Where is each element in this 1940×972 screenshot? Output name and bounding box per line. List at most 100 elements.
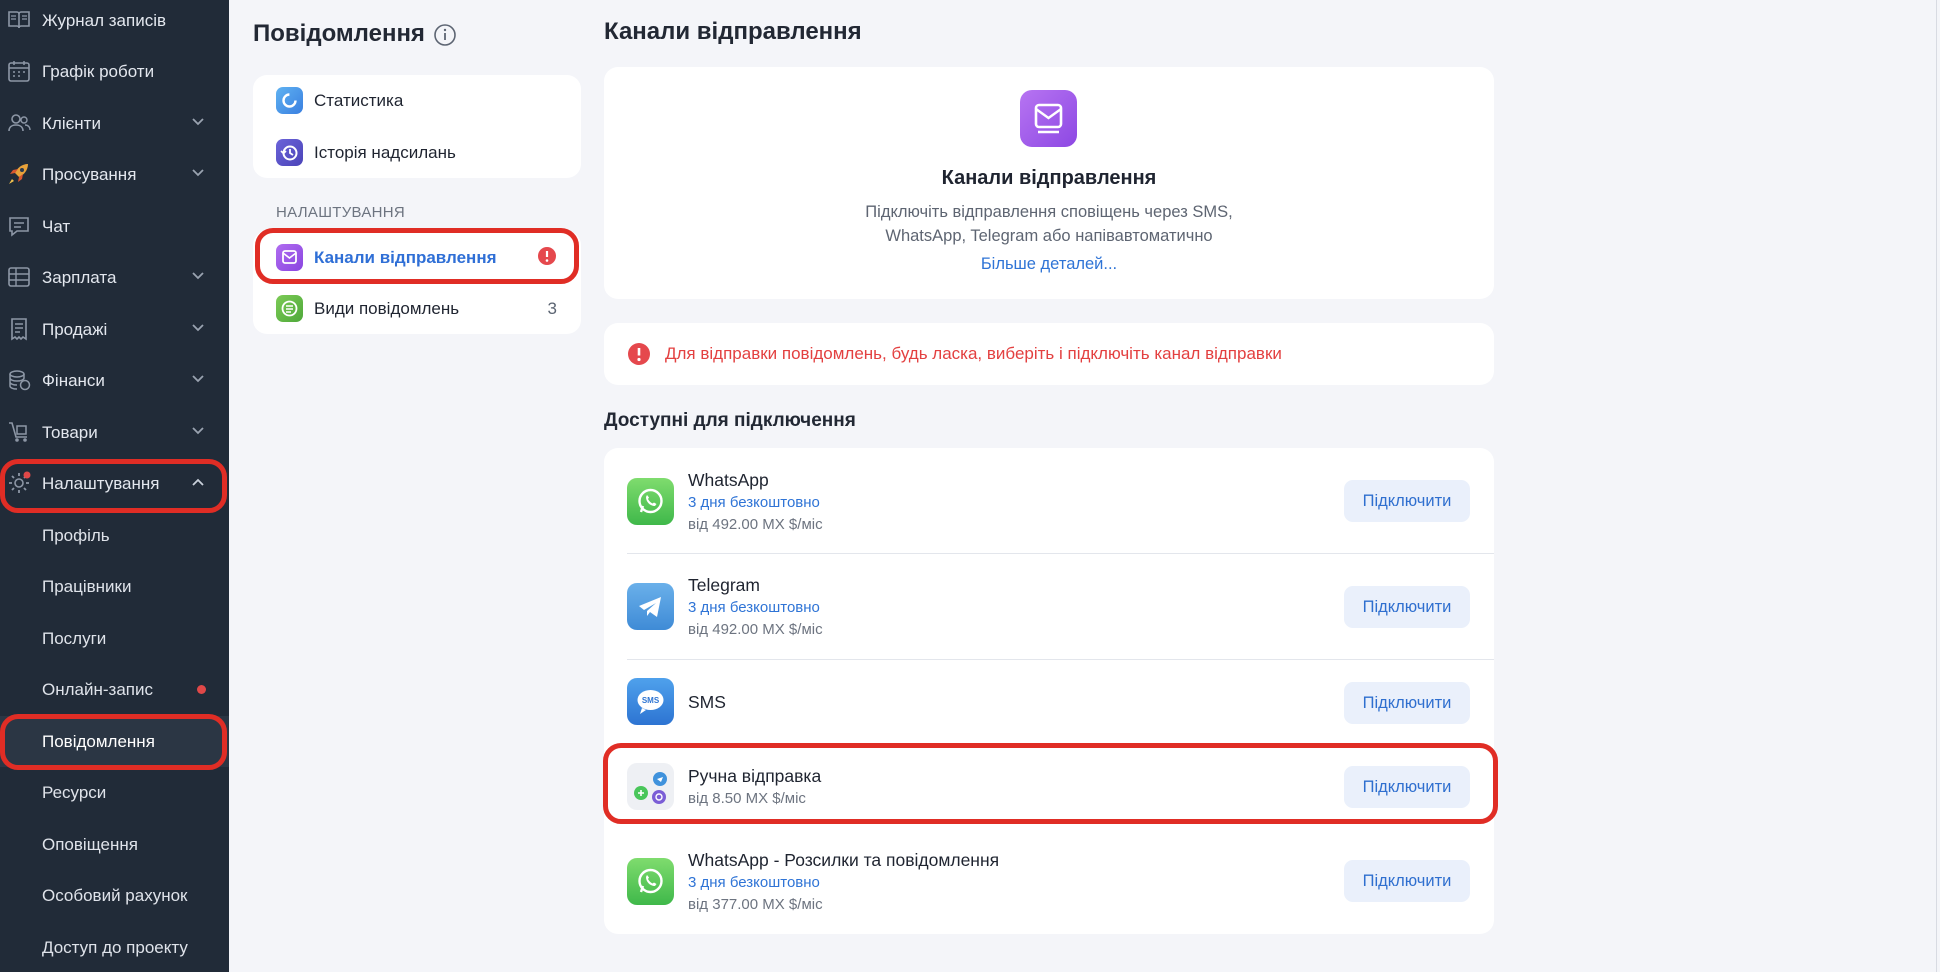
- settings-section-caption: НАЛАШТУВАННЯ: [276, 204, 406, 221]
- sms-icon: SMS: [627, 678, 674, 725]
- sidebar-subitem-label: Повідомлення: [42, 731, 155, 751]
- sidebar-item-label: Зарплата: [42, 267, 117, 287]
- sidebar-subitem-label: Профіль: [42, 525, 110, 545]
- sidebar-item-chat[interactable]: Чат: [0, 201, 229, 252]
- menu-item-channels[interactable]: Канали відправлення: [253, 232, 581, 283]
- hero-description-line: WhatsApp, Telegram або напівавтоматично: [885, 227, 1213, 245]
- finance-icon: [9, 370, 31, 391]
- connect-button[interactable]: Підключити: [1344, 682, 1470, 724]
- chevron-down-icon: [192, 169, 204, 177]
- channel-trial[interactable]: 3 дня безкоштовно: [688, 494, 820, 511]
- channel-trial[interactable]: 3 дня безкоштовно: [688, 874, 820, 891]
- hero-title: Канали відправлення: [941, 167, 1157, 189]
- info-icon[interactable]: [433, 23, 457, 47]
- connect-button[interactable]: Підключити: [1344, 480, 1470, 522]
- sidebar-subitem-alerts[interactable]: Оповіщення: [0, 819, 229, 870]
- channel-name: WhatsApp - Розсилки та повідомлення: [688, 850, 1000, 870]
- warning-text: Для відправки повідомлень, будь ласка, в…: [665, 344, 1282, 363]
- message-types-icon: [276, 295, 303, 322]
- sidebar-item-label: Клієнти: [42, 113, 101, 133]
- telegram-icon: [627, 583, 674, 630]
- menu-item-message-types[interactable]: Види повідомлень 3: [253, 283, 581, 334]
- sidebar-subitem-profile[interactable]: Профіль: [0, 510, 229, 561]
- page-title: Канали відправлення: [604, 18, 862, 45]
- sidebar-item-label: Продажі: [42, 319, 108, 339]
- notification-dot: [197, 685, 206, 694]
- connect-button[interactable]: Підключити: [1344, 586, 1470, 628]
- sidebar-item-sales[interactable]: Продажі: [0, 304, 229, 355]
- sidebar-subitem-label: Працівники: [42, 576, 132, 596]
- whatsapp-icon: [627, 858, 674, 905]
- sidebar-subitem-label: Оповіщення: [42, 834, 138, 854]
- chevron-down-icon: [192, 324, 204, 332]
- sidebar-item-label: Налаштування: [42, 473, 160, 493]
- menu-item-statistics[interactable]: Статистика: [253, 75, 581, 126]
- alert-icon: [538, 247, 556, 265]
- menu-item-label: Канали відправлення: [314, 247, 497, 267]
- chevron-down-icon: [192, 375, 204, 383]
- channel-trial[interactable]: 3 дня безкоштовно: [688, 599, 820, 616]
- channel-row-sms: SMS SMS Підключити: [604, 660, 1494, 744]
- channel-price: від 492.00 MX $/міс: [688, 621, 823, 638]
- sidebar-item-schedule[interactable]: Графік роботи: [0, 46, 229, 97]
- sidebar-item-label: Товари: [42, 422, 98, 442]
- sidebar-subitem-resources[interactable]: Ресурси: [0, 767, 229, 818]
- menu-item-label: Статистика: [314, 90, 404, 110]
- sidebar-subitem-employees[interactable]: Працівники: [0, 561, 229, 612]
- sidebar-subitem-notifications[interactable]: Повідомлення: [0, 716, 229, 767]
- calendar-icon: [8, 61, 30, 82]
- settings-icon: [9, 471, 31, 493]
- channel-name: Ручна відправка: [688, 766, 822, 786]
- whatsapp-icon: [627, 478, 674, 525]
- sidebar-item-salary[interactable]: Зарплата: [0, 252, 229, 303]
- chevron-up-icon: [192, 478, 204, 486]
- chat-icon: [9, 217, 29, 237]
- connect-button[interactable]: Підключити: [1344, 766, 1470, 808]
- sidebar-subitem-project-access[interactable]: Доступ до проекту: [0, 922, 229, 972]
- sidebar-item-clients[interactable]: Клієнти: [0, 98, 229, 149]
- main-sidebar: Журнал записів Графік роботи Клієнти Про…: [0, 0, 229, 972]
- hero-description-line: Підключіть відправлення сповіщень через …: [865, 203, 1233, 221]
- sidebar-item-label: Просування: [42, 164, 137, 184]
- menu-item-label: Види повідомлень: [314, 298, 460, 318]
- menu-item-history[interactable]: Історія надсилань: [253, 127, 581, 178]
- sidebar-item-goods[interactable]: Товари: [0, 407, 229, 458]
- sidebar-item-finance[interactable]: Фінанси: [0, 355, 229, 406]
- channel-row-whatsapp: WhatsApp 3 дня безкоштовно від 492.00 MX…: [604, 448, 1494, 554]
- channel-price: від 8.50 MX $/міс: [688, 790, 806, 807]
- chevron-down-icon: [192, 272, 204, 280]
- warning-icon: [628, 343, 650, 365]
- goods-icon: [9, 422, 27, 442]
- channel-name: WhatsApp: [688, 470, 769, 490]
- sidebar-subitem-label: Онлайн-запис: [42, 679, 153, 699]
- sidebar-item-settings[interactable]: Налаштування: [0, 458, 229, 509]
- sales-icon: [11, 318, 27, 341]
- sidebar-subitem-label: Ресурси: [42, 782, 107, 802]
- sms-icon-text: SMS: [642, 696, 660, 705]
- sidebar-item-label: Журнал записів: [42, 10, 167, 30]
- clients-icon: [8, 114, 31, 132]
- sidebar-subitem-label: Особовий рахунок: [42, 885, 188, 905]
- channel-price: від 377.00 MX $/міс: [688, 896, 823, 913]
- message-types-count: 3: [547, 298, 557, 318]
- channels-hero-icon: [1020, 90, 1077, 147]
- messages-menu-title: Повідомлення: [253, 20, 425, 47]
- sidebar-subitem-services[interactable]: Послуги: [0, 613, 229, 664]
- sidebar-subitem-account[interactable]: Особовий рахунок: [0, 870, 229, 921]
- menu-item-label: Історія надсилань: [314, 142, 456, 162]
- available-section-title: Доступні для підключення: [604, 410, 856, 431]
- connect-button[interactable]: Підключити: [1344, 860, 1470, 902]
- more-details-link-text[interactable]: Більше деталей...: [981, 255, 1117, 273]
- journal-icon: [8, 11, 30, 29]
- sidebar-subitem-label: Послуги: [42, 628, 107, 648]
- sidebar-item-journal[interactable]: Журнал записів: [0, 0, 229, 46]
- more-details-link[interactable]: Більше деталей...: [604, 255, 1494, 274]
- sidebar-subitem-online-booking[interactable]: Онлайн-запис: [0, 664, 229, 715]
- sidebar-item-promotion[interactable]: Просування: [0, 149, 229, 200]
- chevron-down-icon: [192, 427, 204, 435]
- sidebar-item-label: Графік роботи: [42, 61, 155, 81]
- channel-row-manual: Ручна відправка від 8.50 MX $/міс Підклю…: [604, 744, 1494, 828]
- salary-icon: [8, 267, 30, 287]
- statistics-icon: [276, 87, 303, 114]
- rocket-icon: [9, 164, 28, 184]
